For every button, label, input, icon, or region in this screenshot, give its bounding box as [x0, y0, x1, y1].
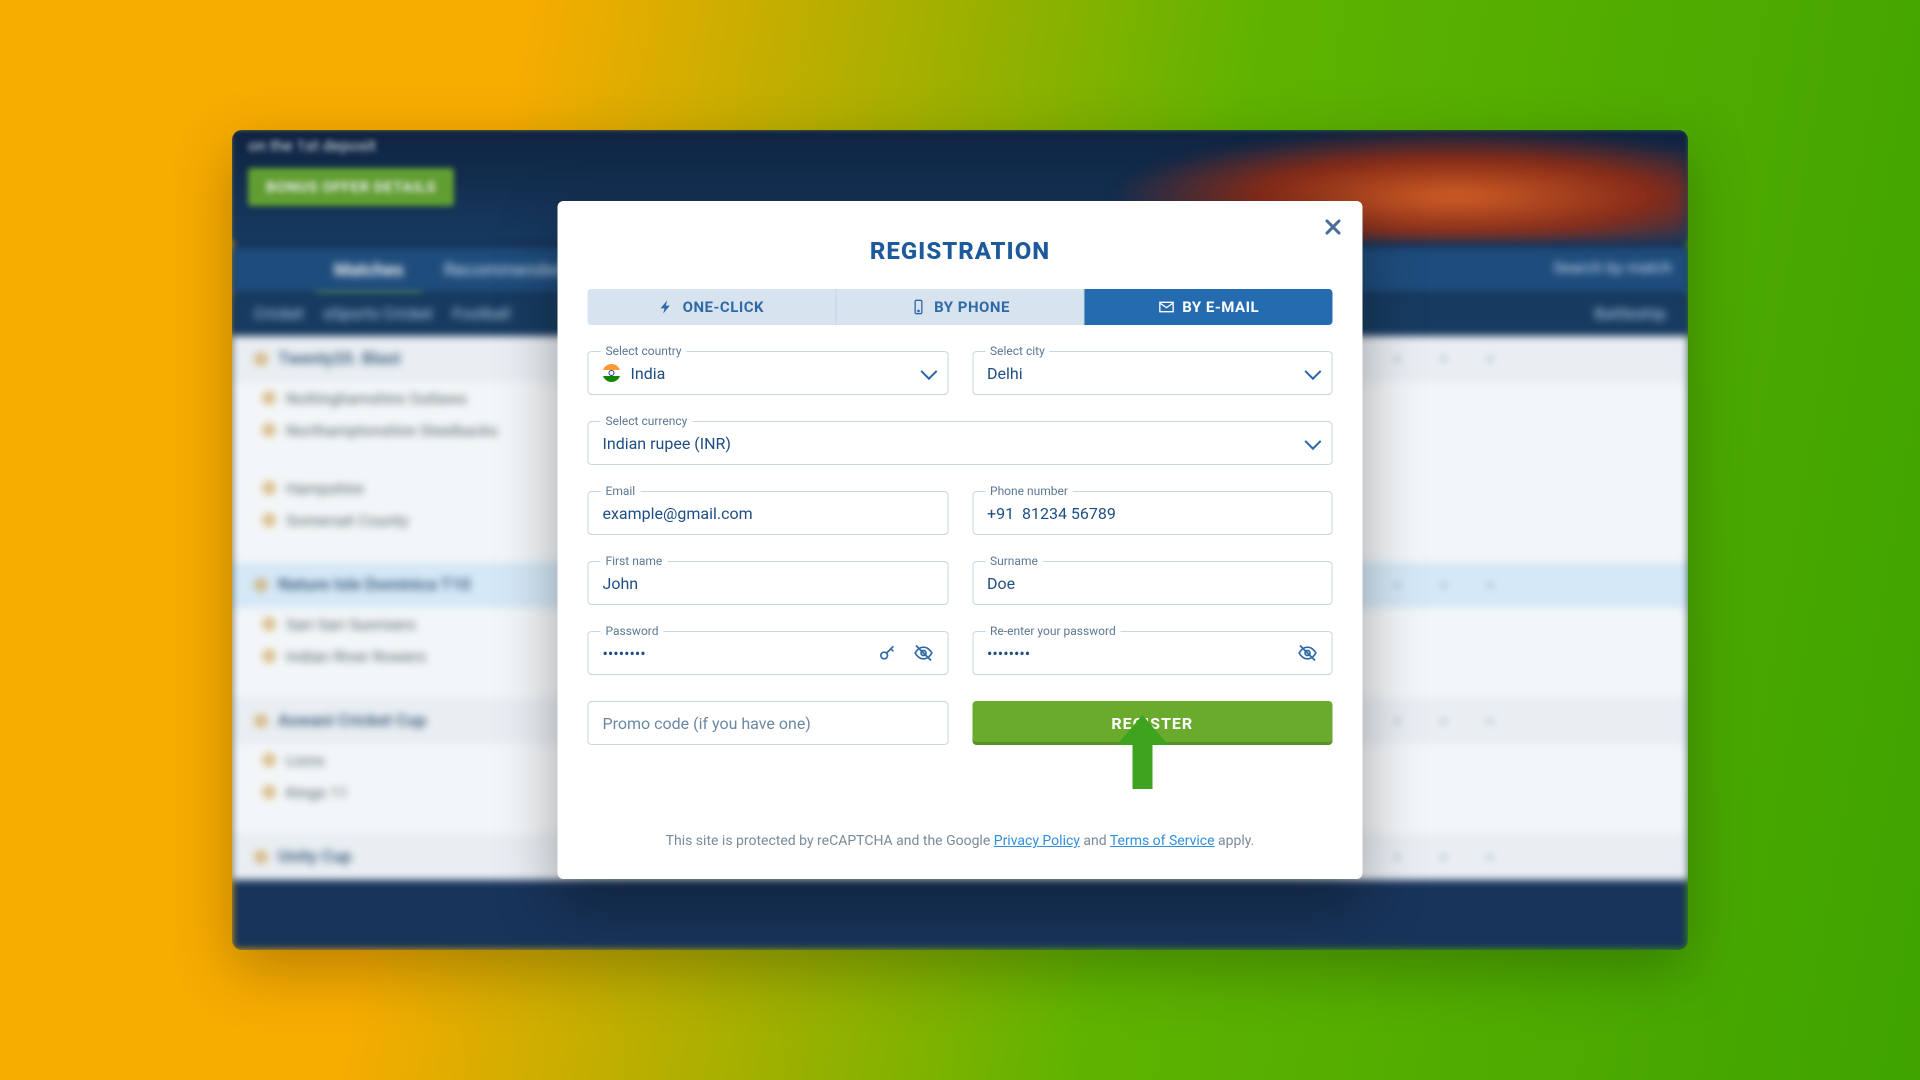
footer-text-post: apply. [1215, 833, 1255, 849]
password-value: •••••••• [603, 644, 870, 663]
field-label: Select country [601, 344, 687, 358]
password-confirm-field[interactable]: Re-enter your password •••••••• [972, 631, 1333, 675]
app-window: on the 1st deposit BONUS OFFER DETAILS M… [232, 130, 1688, 950]
privacy-policy-link[interactable]: Privacy Policy [994, 833, 1080, 849]
field-label: Select city [985, 344, 1050, 358]
phone-field[interactable]: Phone number [972, 491, 1333, 535]
email-input[interactable] [603, 504, 934, 523]
footer-text-and: and [1080, 833, 1110, 849]
surname-input[interactable] [987, 574, 1318, 593]
surname-field[interactable]: Surname [972, 561, 1333, 605]
email-field[interactable]: Email [588, 491, 949, 535]
form-grid: Select country India Select city Delhi S… [588, 351, 1333, 745]
password-field[interactable]: Password •••••••• [588, 631, 949, 675]
promo-code-input[interactable] [603, 714, 934, 733]
terms-of-service-link[interactable]: Terms of Service [1110, 833, 1215, 849]
tab-label: ONE-CLICK [683, 298, 764, 316]
mail-icon [1158, 299, 1174, 315]
recaptcha-notice: This site is protected by reCAPTCHA and … [588, 833, 1333, 849]
sport-tab-battleship[interactable]: Battleship [1595, 304, 1666, 323]
field-value: Delhi [987, 364, 1298, 383]
tab-one-click[interactable]: ONE-CLICK [588, 289, 837, 325]
registration-modal: REGISTRATION ONE-CLICK BY PHONE BY E-MAI… [558, 201, 1363, 879]
close-icon[interactable] [1321, 215, 1345, 239]
chevron-down-icon [1304, 363, 1321, 380]
modal-title: REGISTRATION [588, 237, 1333, 265]
field-label: Phone number [985, 484, 1073, 498]
key-icon[interactable] [877, 643, 897, 663]
india-flag-icon [603, 364, 621, 382]
tab-by-email[interactable]: BY E-MAIL [1085, 289, 1333, 325]
deposit-hint-text: on the 1st deposit [248, 136, 376, 155]
tab-by-phone[interactable]: BY PHONE [836, 289, 1085, 325]
registration-tabs: ONE-CLICK BY PHONE BY E-MAIL [588, 289, 1333, 325]
currency-select[interactable]: Select currency Indian rupee (INR) [588, 421, 1333, 465]
lightning-icon [659, 299, 675, 315]
field-label: Password [601, 624, 664, 638]
eye-off-icon[interactable] [1298, 643, 1318, 663]
first-name-field[interactable]: First name [588, 561, 949, 605]
field-value: Indian rupee (INR) [603, 434, 1298, 453]
field-label: First name [601, 554, 668, 568]
country-select[interactable]: Select country India [588, 351, 949, 395]
sport-tab-list[interactable]: Cricket eSports Cricket Football [254, 304, 510, 323]
nav-matches[interactable]: Matches [316, 248, 422, 296]
search-hint[interactable]: Search by match [1553, 258, 1672, 277]
eye-off-icon[interactable] [913, 643, 933, 663]
chevron-down-icon [920, 363, 937, 380]
arrow-up-icon [1110, 715, 1174, 793]
first-name-input[interactable] [603, 574, 934, 593]
chevron-down-icon [1304, 433, 1321, 450]
city-select[interactable]: Select city Delhi [972, 351, 1333, 395]
field-label: Select currency [601, 414, 693, 428]
phone-icon [910, 299, 926, 315]
footer-text-pre: This site is protected by reCAPTCHA and … [666, 833, 994, 849]
field-label: Re-enter your password [985, 624, 1121, 638]
bonus-offer-button[interactable]: BONUS OFFER DETAILS [248, 168, 454, 206]
phone-input[interactable] [987, 504, 1318, 523]
field-label: Surname [985, 554, 1043, 568]
tab-label: BY PHONE [934, 298, 1010, 316]
field-label: Email [601, 484, 641, 498]
tab-label: BY E-MAIL [1182, 298, 1259, 316]
password-confirm-value: •••••••• [987, 644, 1290, 663]
promo-code-field[interactable] [588, 701, 949, 745]
field-value: India [631, 364, 914, 383]
